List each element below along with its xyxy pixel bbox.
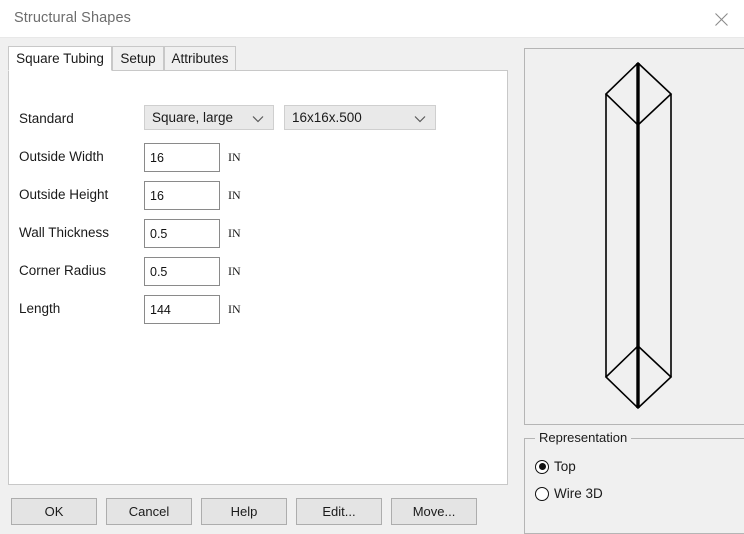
title-bar: Structural Shapes xyxy=(0,0,744,38)
chevron-down-icon xyxy=(414,106,426,131)
label-outside-height: Outside Height xyxy=(19,187,109,202)
unit-corner-radius: IN xyxy=(228,264,241,278)
wireframe-square-tube-icon xyxy=(604,61,673,410)
tab-label: Setup xyxy=(120,51,156,66)
radio-top[interactable]: Top xyxy=(535,459,576,474)
tab-square-tubing[interactable]: Square Tubing xyxy=(8,46,112,71)
standard-size-value: 16x16x.500 xyxy=(292,110,362,125)
standard-type-dropdown[interactable]: Square, large xyxy=(144,105,274,130)
tab-label: Square Tubing xyxy=(16,51,104,66)
unit-outside-width: IN xyxy=(228,150,241,164)
cancel-button[interactable]: Cancel xyxy=(106,498,192,525)
radio-top-label: Top xyxy=(554,459,576,474)
ok-button[interactable]: OK xyxy=(11,498,97,525)
button-label: Edit... xyxy=(322,504,356,519)
outside-height-input[interactable] xyxy=(144,181,220,210)
unit-outside-height: IN xyxy=(228,188,241,202)
unit-length: IN xyxy=(228,302,241,316)
standard-type-value: Square, large xyxy=(152,110,234,125)
label-corner-radius: Corner Radius xyxy=(19,263,107,278)
tab-attributes[interactable]: Attributes xyxy=(164,46,236,71)
shape-preview[interactable] xyxy=(524,48,744,425)
standard-size-dropdown[interactable]: 16x16x.500 xyxy=(284,105,436,130)
window-title: Structural Shapes xyxy=(14,10,131,26)
representation-legend: Representation xyxy=(535,430,632,445)
button-label: Help xyxy=(230,504,258,519)
wall-thickness-input[interactable] xyxy=(144,219,220,248)
label-outside-width: Outside Width xyxy=(19,149,104,164)
label-length: Length xyxy=(19,301,61,316)
corner-radius-input[interactable] xyxy=(144,257,220,286)
radio-selected-icon xyxy=(535,459,549,474)
label-standard: Standard xyxy=(19,111,74,126)
tab-setup[interactable]: Setup xyxy=(112,46,164,71)
edit-button[interactable]: Edit... xyxy=(296,498,382,525)
form-panel: Standard Square, large 16x16x.500 Outsid… xyxy=(8,70,508,485)
close-button[interactable] xyxy=(698,0,744,38)
outside-width-input[interactable] xyxy=(144,143,220,172)
tab-strip: Square Tubing Setup Attributes xyxy=(8,46,508,71)
button-bar: OK Cancel Help Edit... Move... xyxy=(0,495,744,534)
label-wall-thickness: Wall Thickness xyxy=(19,225,110,240)
button-label: Move... xyxy=(412,504,456,519)
button-label: OK xyxy=(44,504,64,519)
move-button[interactable]: Move... xyxy=(391,498,477,525)
length-input[interactable] xyxy=(144,295,220,324)
close-icon xyxy=(714,12,729,27)
chevron-down-icon xyxy=(252,106,264,131)
button-label: Cancel xyxy=(128,504,170,519)
unit-wall-thickness: IN xyxy=(228,226,241,240)
help-button[interactable]: Help xyxy=(201,498,287,525)
tab-label: Attributes xyxy=(171,51,229,66)
